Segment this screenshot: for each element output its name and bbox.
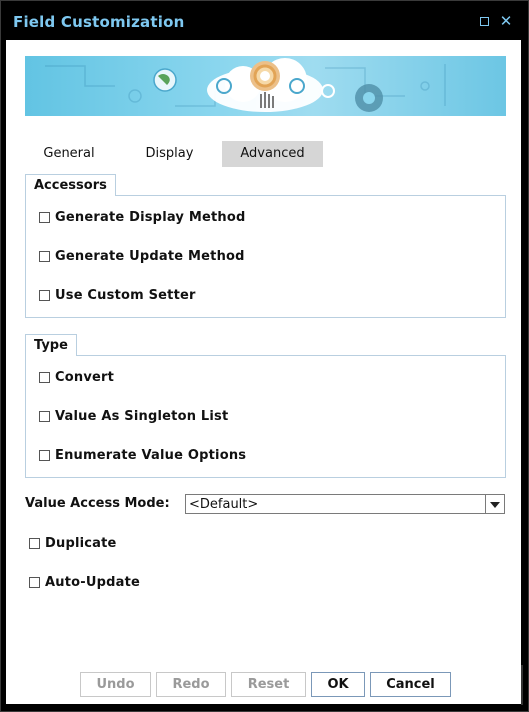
use-custom-setter-checkbox[interactable]: Use Custom Setter (39, 287, 196, 303)
checkbox-label: Use Custom Setter (55, 287, 196, 303)
maximize-icon[interactable] (477, 14, 491, 28)
dialog-content: General Display Advanced Accessors Gener… (6, 40, 521, 704)
enumerate-value-options-checkbox[interactable]: Enumerate Value Options (39, 447, 246, 463)
convert-checkbox[interactable]: Convert (39, 369, 114, 385)
window-title: Field Customization (13, 13, 185, 31)
close-icon[interactable]: ✕ (499, 14, 513, 29)
undo-button[interactable]: Undo (80, 672, 151, 697)
redo-button[interactable]: Redo (156, 672, 226, 697)
scrollbar[interactable] (521, 665, 523, 705)
tab-display[interactable]: Display (126, 141, 213, 167)
chevron-down-icon[interactable] (485, 495, 504, 513)
checkbox-label: Enumerate Value Options (55, 447, 247, 463)
duplicate-checkbox[interactable]: Duplicate (29, 535, 117, 551)
value-access-mode-select[interactable]: <Default> (185, 494, 505, 514)
generate-display-method-checkbox[interactable]: Generate Display Method (39, 209, 245, 225)
cloud-gears-banner-icon (45, 58, 446, 112)
tab-general[interactable]: General (26, 141, 112, 167)
checkbox-box[interactable] (29, 576, 40, 588)
checkbox-box[interactable] (39, 211, 50, 223)
cancel-button[interactable]: Cancel (370, 672, 451, 697)
checkbox-box[interactable] (29, 537, 40, 549)
banner-image (25, 56, 506, 116)
select-value: <Default> (189, 497, 259, 512)
checkbox-label: Auto-Update (45, 574, 141, 590)
checkbox-label: Generate Display Method (55, 209, 246, 225)
checkbox-box[interactable] (39, 410, 50, 422)
type-group-label: Type (25, 334, 77, 356)
checkbox-box[interactable] (39, 371, 50, 383)
title-bar[interactable]: Field Customization ✕ (2, 2, 527, 40)
value-as-singleton-list-checkbox[interactable]: Value As Singleton List (39, 408, 228, 424)
checkbox-box[interactable] (39, 449, 50, 461)
checkbox-label: Generate Update Method (55, 248, 245, 264)
generate-update-method-checkbox[interactable]: Generate Update Method (39, 248, 245, 264)
reset-button[interactable]: Reset (231, 672, 306, 697)
tab-advanced[interactable]: Advanced (222, 141, 323, 167)
value-access-mode-label: Value Access Mode: (25, 496, 170, 511)
accessors-group-label: Accessors (25, 174, 116, 196)
checkbox-label: Value As Singleton List (55, 408, 229, 424)
checkbox-box[interactable] (39, 250, 50, 262)
checkbox-label: Duplicate (45, 535, 117, 551)
dialog-window: Field Customization ✕ General Display Ad… (0, 0, 529, 712)
checkbox-label: Convert (55, 369, 115, 385)
auto-update-checkbox[interactable]: Auto-Update (29, 574, 140, 590)
ok-button[interactable]: OK (311, 672, 365, 697)
checkbox-box[interactable] (39, 289, 50, 301)
